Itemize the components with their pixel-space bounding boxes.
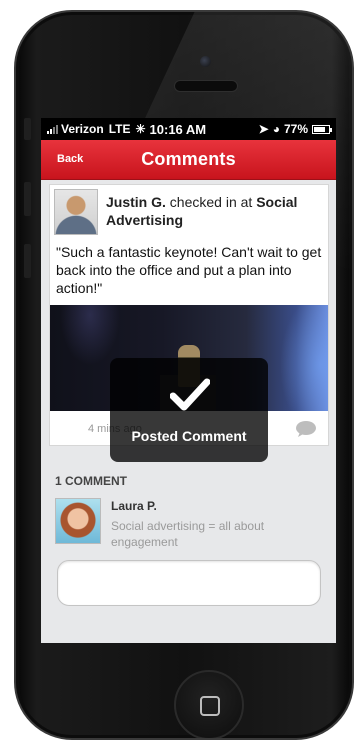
status-time: 10:16 AM	[149, 121, 207, 137]
checkin-headline: Justin G. checked in at Social Advertisi…	[106, 193, 324, 229]
battery-icon	[312, 124, 332, 134]
volume-down-button	[24, 244, 31, 278]
author-avatar[interactable]	[54, 189, 98, 235]
signal-strength-icon	[47, 124, 58, 134]
app-screen: Verizon LTE ✳ 10:16 AM ➤ ◕ 77% Back Comm…	[41, 118, 336, 643]
post-text: "Such a fantastic keynote! Can't wait to…	[56, 244, 322, 296]
mute-switch	[24, 118, 31, 140]
page-title: Comments	[141, 149, 236, 169]
comment-bubble-icon[interactable]	[296, 421, 316, 437]
front-camera-icon	[200, 56, 211, 67]
back-button[interactable]: Back	[57, 153, 83, 165]
battery-percent: 77%	[283, 122, 308, 136]
comment-text: Social advertising = all about engagemen…	[111, 519, 265, 549]
earpiece-speaker	[174, 80, 238, 92]
status-bar: Verizon LTE ✳ 10:16 AM ➤ ◕ 77%	[41, 118, 336, 140]
carrier-name: Verizon	[61, 122, 104, 136]
network-type: LTE	[108, 122, 131, 136]
checkin-action: checked in at	[165, 194, 257, 210]
alarm-clock-icon: ◕	[272, 122, 280, 136]
activity-spinner-icon: ✳	[135, 122, 146, 136]
author-name[interactable]: Justin G.	[106, 194, 166, 210]
toast-message: Posted Comment	[131, 428, 247, 444]
navigation-bar: Back Comments	[41, 140, 336, 180]
volume-up-button	[24, 182, 31, 216]
comment-input[interactable]	[57, 560, 321, 606]
location-arrow-icon: ➤	[258, 122, 269, 136]
home-square-icon	[200, 696, 220, 716]
commenter-avatar[interactable]	[55, 498, 101, 544]
home-button[interactable]	[174, 670, 244, 738]
checkmark-icon	[170, 378, 210, 411]
commenter-name[interactable]: Laura P.	[111, 499, 157, 513]
comments-count-header: 1 COMMENT	[55, 474, 127, 488]
posted-comment-toast: Posted Comment	[110, 358, 268, 462]
